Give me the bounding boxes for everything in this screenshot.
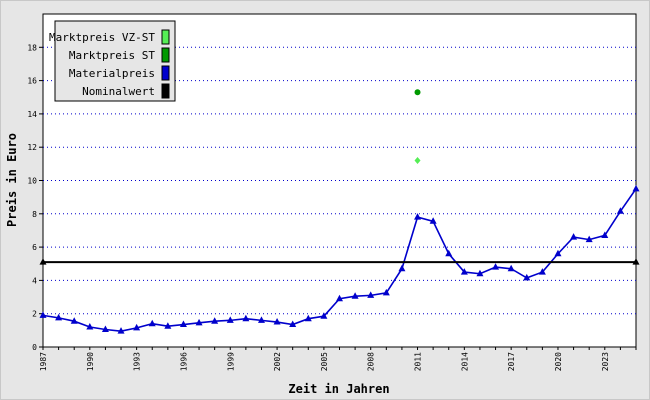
legend-swatch bbox=[161, 47, 170, 63]
x-tick-label: 2011 bbox=[414, 352, 423, 371]
x-tick-label: 2020 bbox=[554, 352, 563, 371]
y-tick-label: 12 bbox=[27, 143, 37, 152]
y-tick-label: 8 bbox=[32, 210, 37, 219]
legend-swatch bbox=[161, 83, 170, 99]
y-tick-label: 4 bbox=[32, 276, 37, 285]
y-tick-label: 16 bbox=[27, 77, 37, 86]
x-tick-label: 2002 bbox=[273, 352, 282, 371]
y-tick-label: 2 bbox=[32, 310, 37, 319]
x-tick-label: 1987 bbox=[39, 352, 48, 371]
x-tick-label: 1996 bbox=[179, 352, 188, 371]
y-axis-ticks: 0 2 4 6 8 10 12 14 16 18 bbox=[27, 43, 43, 352]
y-tick-label: 14 bbox=[27, 110, 37, 119]
x-tick-label: 1993 bbox=[133, 352, 142, 371]
legend-label: Nominalwert bbox=[82, 85, 155, 98]
x-tick-label: 2005 bbox=[320, 352, 329, 371]
legend-label: Marktpreis ST bbox=[69, 49, 155, 62]
y-tick-label: 0 bbox=[32, 343, 37, 352]
x-tick-label: 2017 bbox=[507, 352, 516, 371]
legend-label: Materialpreis bbox=[69, 67, 155, 80]
price-line-chart: 0 2 4 6 8 10 12 14 16 18 1987 1990 1993 1996 1999 2002… bbox=[5, 13, 640, 396]
legend: Marktpreis VZ-ST Marktpreis ST Materialpre… bbox=[49, 20, 176, 102]
y-tick-label: 18 bbox=[27, 43, 37, 52]
data-point bbox=[414, 89, 421, 96]
y-tick-label: 6 bbox=[32, 243, 37, 252]
x-tick-label: 2008 bbox=[367, 352, 376, 371]
x-axis-ticks: 1987 1990 1993 1996 1999 2002 2005 2008 2011 2014… bbox=[39, 347, 637, 371]
y-tick-label: 10 bbox=[27, 177, 37, 186]
y-axis-title: Preis in Euro bbox=[5, 133, 19, 227]
legend-label: Marktpreis VZ-ST bbox=[49, 31, 155, 44]
legend-swatch bbox=[161, 65, 170, 81]
x-tick-label: 2023 bbox=[601, 352, 610, 371]
x-tick-label: 2014 bbox=[460, 352, 469, 371]
legend-swatch bbox=[161, 29, 170, 45]
x-axis-title: Zeit in Jahren bbox=[288, 382, 389, 396]
x-tick-label: 1990 bbox=[86, 352, 95, 371]
x-tick-label: 1999 bbox=[226, 352, 235, 371]
